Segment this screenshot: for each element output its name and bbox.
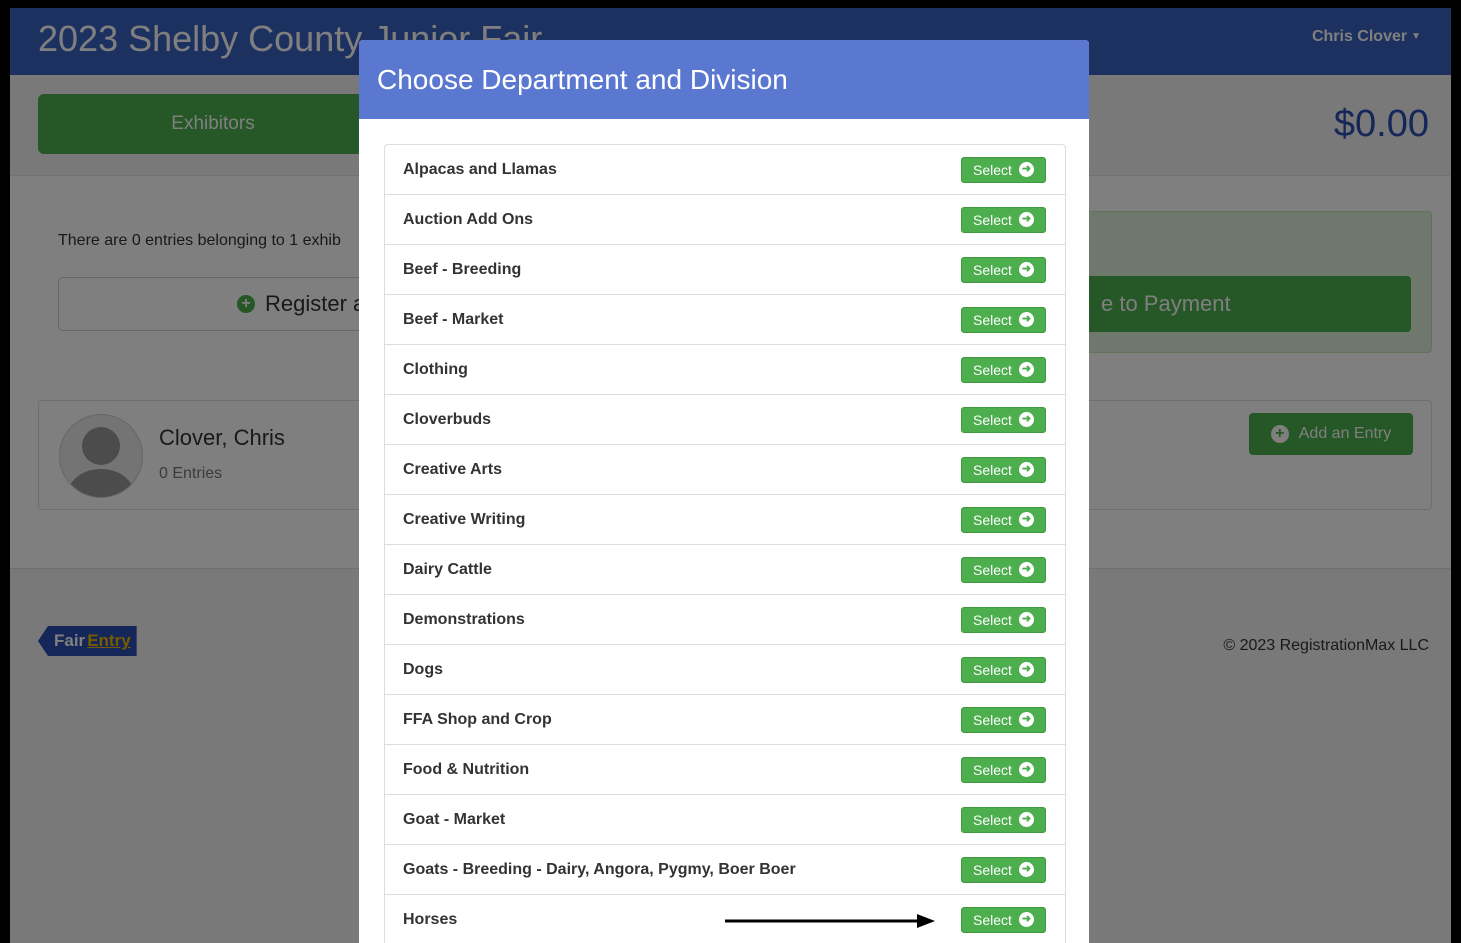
select-label: Select bbox=[973, 561, 1012, 578]
department-label: Goat - Market bbox=[403, 810, 506, 828]
arrow-right-circle-icon: ➜ bbox=[1018, 612, 1034, 627]
department-label: Cloverbuds bbox=[403, 410, 492, 428]
select-button[interactable]: Select ➜ bbox=[961, 656, 1046, 683]
arrow-right-circle-icon: ➜ bbox=[1018, 812, 1034, 827]
department-label: FFA Shop and Crop bbox=[403, 710, 552, 728]
department-row: Creative Arts Select ➜ bbox=[385, 445, 1065, 495]
arrow-right-circle-icon: ➜ bbox=[1018, 512, 1034, 527]
select-label: Select bbox=[973, 261, 1012, 278]
department-row: Beef - Breeding Select ➜ bbox=[385, 245, 1065, 295]
select-label: Select bbox=[973, 411, 1012, 428]
arrow-right-circle-icon: ➜ bbox=[1018, 412, 1034, 427]
annotation-arrow-icon bbox=[725, 914, 935, 928]
select-label: Select bbox=[973, 311, 1012, 328]
select-label: Select bbox=[973, 811, 1012, 828]
department-label: Dogs bbox=[403, 660, 443, 678]
select-label: Select bbox=[973, 611, 1012, 628]
department-row: Dogs Select ➜ bbox=[385, 645, 1065, 695]
arrow-right-circle-icon: ➜ bbox=[1018, 262, 1034, 277]
department-row: Cloverbuds Select ➜ bbox=[385, 395, 1065, 445]
select-button[interactable]: Select ➜ bbox=[961, 706, 1046, 733]
arrow-right-circle-icon: ➜ bbox=[1018, 212, 1034, 227]
arrow-right-circle-icon: ➜ bbox=[1018, 162, 1034, 177]
arrow-right-circle-icon: ➜ bbox=[1018, 662, 1034, 677]
select-label: Select bbox=[973, 511, 1012, 528]
department-row: Food & Nutrition Select ➜ bbox=[385, 745, 1065, 795]
department-label: Creative Writing bbox=[403, 510, 526, 528]
arrow-right-circle-icon: ➜ bbox=[1018, 562, 1034, 577]
select-button[interactable]: Select ➜ bbox=[961, 556, 1046, 583]
select-label: Select bbox=[973, 211, 1012, 228]
department-label: Alpacas and Llamas bbox=[403, 160, 557, 178]
arrow-right-circle-icon: ➜ bbox=[1018, 312, 1034, 327]
department-label: Beef - Market bbox=[403, 310, 504, 328]
department-label: Dairy Cattle bbox=[403, 560, 492, 578]
department-row: Beef - Market Select ➜ bbox=[385, 295, 1065, 345]
select-button[interactable]: Select ➜ bbox=[961, 456, 1046, 483]
department-label: Horses bbox=[403, 910, 458, 928]
select-label: Select bbox=[973, 711, 1012, 728]
select-label: Select bbox=[973, 861, 1012, 878]
select-button[interactable]: Select ➜ bbox=[961, 206, 1046, 233]
department-row: Horses Select ➜ bbox=[385, 895, 1065, 943]
department-row: Dairy Cattle Select ➜ bbox=[385, 545, 1065, 595]
select-button[interactable]: Select ➜ bbox=[961, 356, 1046, 383]
department-list: Alpacas and Llamas Select ➜ Auction Add Ons… bbox=[384, 144, 1066, 943]
select-label: Select bbox=[973, 661, 1012, 678]
modal-title: Choose Department and Division bbox=[377, 63, 788, 95]
select-label: Select bbox=[973, 361, 1012, 378]
department-row: Auction Add Ons Select ➜ bbox=[385, 195, 1065, 245]
department-row: Demonstrations Select ➜ bbox=[385, 595, 1065, 645]
select-button[interactable]: Select ➜ bbox=[961, 406, 1046, 433]
department-label: Clothing bbox=[403, 360, 468, 378]
arrow-right-circle-icon: ➜ bbox=[1018, 712, 1034, 727]
select-button[interactable]: Select ➜ bbox=[961, 606, 1046, 633]
modal-header: Choose Department and Division bbox=[359, 40, 1089, 119]
department-label: Creative Arts bbox=[403, 460, 503, 478]
department-row: Goats - Breeding - Dairy, Angora, Pygmy,… bbox=[385, 845, 1065, 895]
select-button[interactable]: Select ➜ bbox=[961, 506, 1046, 533]
select-button[interactable]: Select ➜ bbox=[961, 856, 1046, 883]
department-label: Beef - Breeding bbox=[403, 260, 522, 278]
department-row: Goat - Market Select ➜ bbox=[385, 795, 1065, 845]
department-row: FFA Shop and Crop Select ➜ bbox=[385, 695, 1065, 745]
select-button[interactable]: Select ➜ bbox=[961, 806, 1046, 833]
select-label: Select bbox=[973, 911, 1012, 928]
select-button[interactable]: Select ➜ bbox=[961, 906, 1046, 933]
department-label: Auction Add Ons bbox=[403, 210, 534, 228]
select-label: Select bbox=[973, 461, 1012, 478]
department-label: Food & Nutrition bbox=[403, 760, 530, 778]
browser-viewport: 2023 Shelby County Junior Fair Chris Clo… bbox=[10, 8, 1451, 943]
department-row: Alpacas and Llamas Select ➜ bbox=[385, 145, 1065, 195]
arrow-right-circle-icon: ➜ bbox=[1018, 862, 1034, 877]
select-button[interactable]: Select ➜ bbox=[961, 256, 1046, 283]
arrow-right-circle-icon: ➜ bbox=[1018, 762, 1034, 777]
department-label: Goats - Breeding - Dairy, Angora, Pygmy,… bbox=[403, 860, 796, 878]
select-button[interactable]: Select ➜ bbox=[961, 156, 1046, 183]
choose-department-modal: Choose Department and Division Alpacas a… bbox=[359, 40, 1089, 943]
select-label: Select bbox=[973, 161, 1012, 178]
select-label: Select bbox=[973, 761, 1012, 778]
department-label: Demonstrations bbox=[403, 610, 525, 628]
select-button[interactable]: Select ➜ bbox=[961, 306, 1046, 333]
arrow-right-circle-icon: ➜ bbox=[1018, 362, 1034, 377]
arrow-right-circle-icon: ➜ bbox=[1018, 912, 1034, 927]
select-button[interactable]: Select ➜ bbox=[961, 756, 1046, 783]
department-row: Clothing Select ➜ bbox=[385, 345, 1065, 395]
arrow-right-circle-icon: ➜ bbox=[1018, 462, 1034, 477]
department-row: Creative Writing Select ➜ bbox=[385, 495, 1065, 545]
